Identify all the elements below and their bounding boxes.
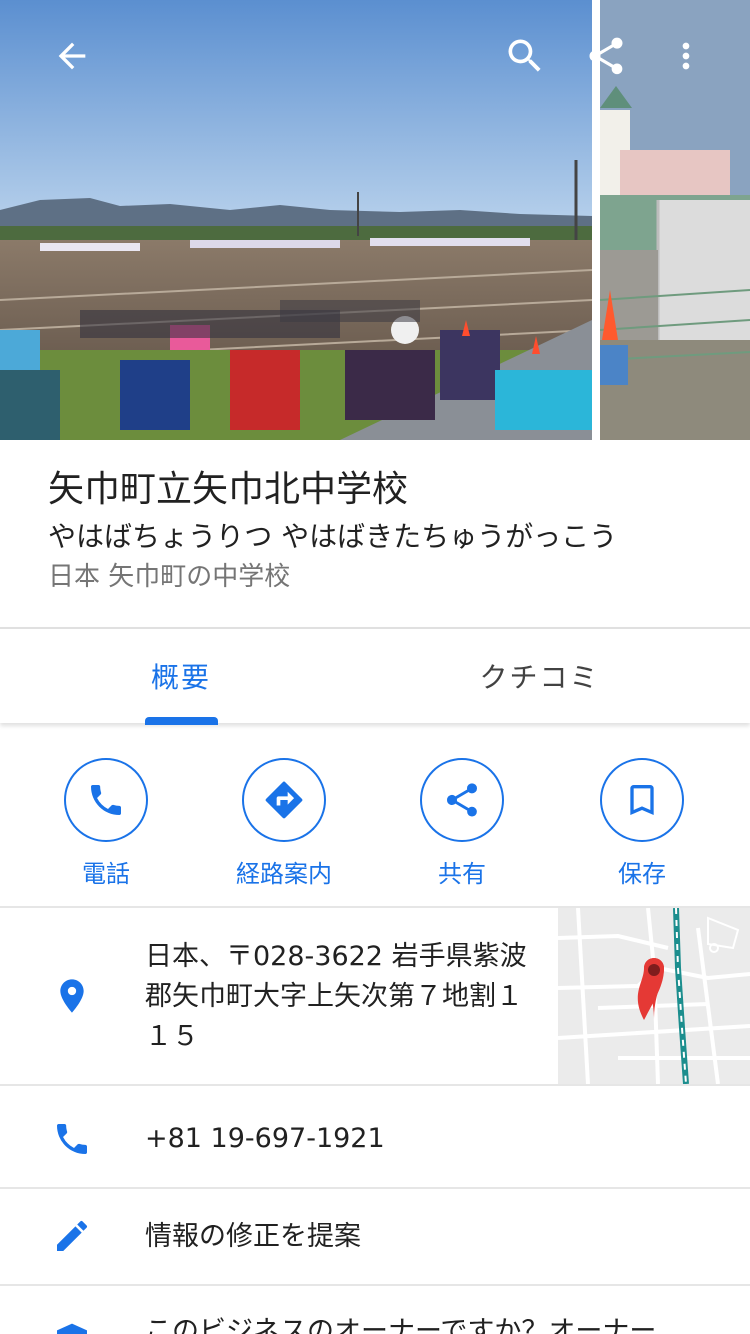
phone-icon xyxy=(57,1124,87,1154)
address-row-icon-wrap xyxy=(50,972,94,1020)
phone-icon xyxy=(91,785,121,815)
divider xyxy=(0,1084,750,1086)
more-options-button[interactable] xyxy=(654,24,718,88)
call-button-circle xyxy=(64,758,148,842)
mini-map[interactable] xyxy=(558,908,750,1084)
share-icon xyxy=(589,37,623,75)
tab-bar: 概要 クチコミ xyxy=(0,627,750,725)
action-bar: 電話 経路案内 共有 保存 xyxy=(0,724,750,907)
place-page: 矢巾町立矢巾北中学校 やはばちょうりつ やはばきたちゅうがっこう 日本 矢巾町の… xyxy=(0,0,750,1334)
directions-button-circle xyxy=(242,758,326,842)
place-category: 日本 矢巾町の中学校 xyxy=(48,562,291,592)
divider xyxy=(0,1187,750,1189)
save-label: 保存 xyxy=(618,860,666,888)
share-button-circle xyxy=(420,758,504,842)
share-button[interactable]: 共有 xyxy=(372,758,552,898)
place-reading: やはばちょうりつ やはばきたちゅうがっこう xyxy=(48,520,618,553)
save-button-circle xyxy=(600,758,684,842)
share-icon xyxy=(446,783,477,817)
share-label: 共有 xyxy=(438,860,486,888)
edit-pencil-icon xyxy=(57,1220,88,1251)
call-button[interactable]: 電話 xyxy=(16,758,196,898)
divider xyxy=(0,1284,750,1286)
location-pin-icon xyxy=(60,979,84,1013)
phone-number[interactable]: +81 19-697-1921 xyxy=(145,1120,385,1158)
directions-label: 経路案内 xyxy=(236,860,332,888)
tab-reviews[interactable]: クチコミ xyxy=(362,629,717,723)
back-arrow-icon xyxy=(58,42,86,70)
directions-icon xyxy=(265,781,303,819)
directions-button[interactable]: 経路案内 xyxy=(194,758,374,898)
more-vert-icon xyxy=(682,42,690,70)
phone-row-icon-wrap xyxy=(50,1117,94,1161)
share-button-header[interactable] xyxy=(574,24,638,88)
photo-carousel[interactable] xyxy=(0,0,750,440)
suggest-row-icon-wrap xyxy=(50,1214,94,1258)
suggest-edit-link[interactable]: 情報の修正を提案 xyxy=(145,1218,361,1256)
back-button[interactable] xyxy=(40,24,104,88)
verified-shield-icon xyxy=(57,1323,87,1334)
address-text[interactable]: 日本、〒028-3622 岩手県紫波郡矢巾町大字上矢次第７地割１１５ xyxy=(145,937,545,1057)
search-icon xyxy=(508,39,541,72)
tab-overview[interactable]: 概要 xyxy=(0,629,362,723)
owner-row-icon-wrap xyxy=(50,1320,94,1334)
owner-claim-link[interactable]: このビジネスのオーナーですか？オーナー xyxy=(145,1313,656,1334)
map-thumbnail xyxy=(558,908,750,1084)
place-title: 矢巾町立矢巾北中学校 xyxy=(48,469,409,510)
search-button[interactable] xyxy=(493,24,557,88)
call-label: 電話 xyxy=(82,860,130,888)
bookmark-icon xyxy=(630,785,654,815)
save-button[interactable]: 保存 xyxy=(552,758,732,898)
